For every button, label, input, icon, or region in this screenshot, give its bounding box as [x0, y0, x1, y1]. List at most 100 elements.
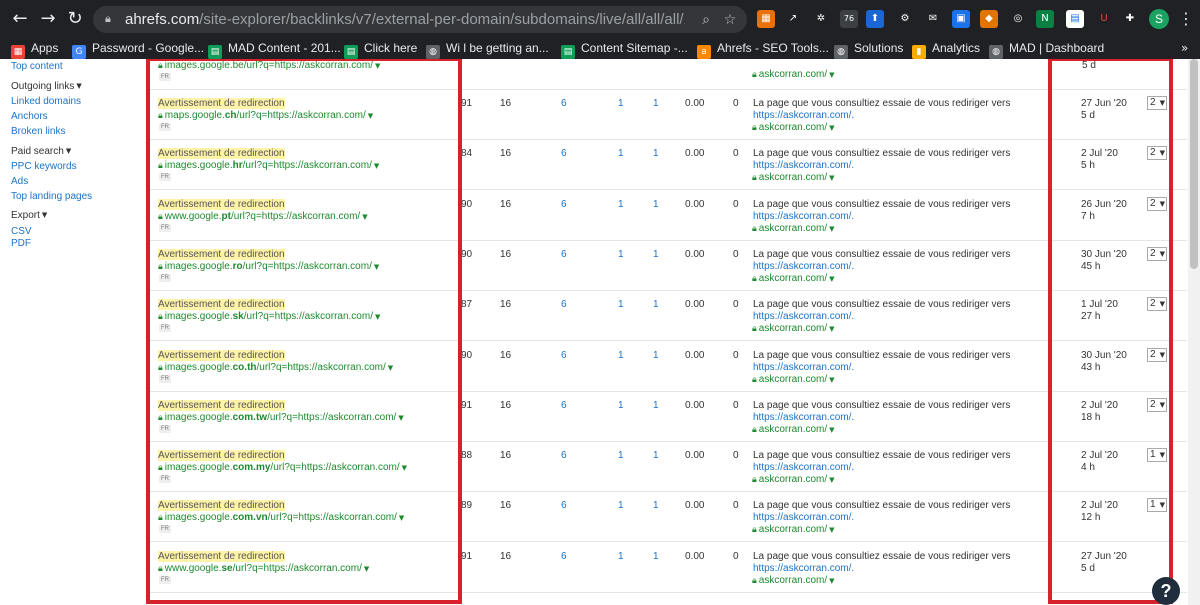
sidebar-item-broken-links[interactable]: Broken links: [11, 125, 65, 138]
links-count-select[interactable]: 1 ▼: [1147, 498, 1167, 512]
help-button[interactable]: ?: [1152, 577, 1180, 605]
page-title[interactable]: Avertissement de redirection: [158, 400, 285, 412]
extension-badge-icon[interactable]: 76: [840, 10, 858, 28]
target-url[interactable]: 🔒︎ askcorran.com/▼: [752, 69, 835, 81]
referring-url[interactable]: 🔒︎ images.google.ro/url?q=https://askcorr…: [158, 261, 379, 273]
page-title[interactable]: Avertissement de redirection: [158, 551, 285, 563]
external-links[interactable]: 6: [561, 199, 567, 211]
referring-url[interactable]: 🔒︎ images.google.com.my/url?q=https://ask…: [158, 462, 407, 474]
sidebar-item-pdf[interactable]: PDF: [11, 237, 31, 250]
internal-links[interactable]: 1: [618, 551, 624, 563]
external-links[interactable]: 6: [561, 450, 567, 462]
sidebar-head-export[interactable]: Export ▼: [11, 209, 47, 222]
scrollbar[interactable]: [1188, 59, 1200, 605]
address-bar[interactable]: 🔒︎ ahrefs.com/site-explorer/backlinks/v7…: [93, 6, 747, 33]
sidebar-item-anchors[interactable]: Anchors: [11, 110, 48, 123]
links-count-select[interactable]: 2 ▼: [1147, 348, 1167, 362]
external-links[interactable]: 6: [561, 400, 567, 412]
puzzle-icon[interactable]: ✚: [1121, 10, 1139, 28]
bookmark-will-be[interactable]: ◍ Wi l be getting an...: [426, 40, 549, 59]
internal-links[interactable]: 1: [618, 450, 624, 462]
sidebar-item-linked-domains[interactable]: Linked domains: [11, 95, 81, 108]
referring-domains[interactable]: 1: [653, 148, 659, 160]
internal-links[interactable]: 1: [618, 500, 624, 512]
anchor-link[interactable]: https://askcorran.com/.: [753, 462, 854, 474]
reload-icon[interactable]: ↻: [65, 9, 85, 29]
extension-icon[interactable]: ▦: [757, 10, 775, 28]
target-url[interactable]: 🔒︎ askcorran.com/▼: [752, 524, 835, 536]
extension-icon[interactable]: ▣: [952, 10, 970, 28]
links-count-select[interactable]: 2 ▼: [1147, 96, 1167, 110]
more-menu-icon[interactable]: ⋮: [1178, 9, 1194, 29]
forward-arrow-icon[interactable]: →: [38, 9, 58, 29]
referring-url[interactable]: 🔒︎ images.google.com.vn/url?q=https://ask…: [158, 512, 404, 524]
target-url[interactable]: 🔒︎ askcorran.com/▼: [752, 122, 835, 134]
internal-links[interactable]: 1: [618, 148, 624, 160]
referring-url[interactable]: 🔒︎ images.google.be/url?q=https://askcorr…: [158, 60, 380, 72]
target-url[interactable]: 🔒︎ askcorran.com/▼: [752, 323, 835, 335]
bookmark-content-sitemap[interactable]: ▤ Content Sitemap -...: [561, 40, 688, 59]
referring-url[interactable]: 🔒︎ www.google.se/url?q=https://askcorran.…: [158, 563, 369, 575]
page-title[interactable]: Avertissement de redirection: [158, 148, 285, 160]
internal-links[interactable]: 1: [618, 199, 624, 211]
internal-links[interactable]: 1: [618, 249, 624, 261]
referring-url[interactable]: 🔒︎ images.google.co.th/url?q=https://askc…: [158, 362, 393, 374]
page-title[interactable]: Avertissement de redirection: [158, 249, 285, 261]
referring-domains[interactable]: 1: [653, 249, 659, 261]
referring-url[interactable]: 🔒︎ maps.google.ch/url?q=https://askcorran…: [158, 110, 373, 122]
sidebar-item-ads[interactable]: Ads: [11, 175, 28, 188]
referring-domains[interactable]: 1: [653, 551, 659, 563]
links-count-select[interactable]: 2 ▼: [1147, 398, 1167, 412]
target-url[interactable]: 🔒︎ askcorran.com/▼: [752, 223, 835, 235]
extension-icon[interactable]: ◎: [1009, 10, 1027, 28]
anchor-link[interactable]: https://askcorran.com/.: [753, 160, 854, 172]
referring-domains[interactable]: 1: [653, 400, 659, 412]
bookmark-mad-content[interactable]: ▤ MAD Content - 201...: [208, 40, 341, 59]
external-links[interactable]: 6: [561, 148, 567, 160]
bookmark-analytics[interactable]: ▮ Analytics: [912, 40, 980, 59]
sidebar-head-outgoing[interactable]: Outgoing links ▼: [11, 80, 82, 93]
links-count-select[interactable]: 2 ▼: [1147, 197, 1167, 211]
extension-icon[interactable]: ◆: [980, 10, 998, 28]
internal-links[interactable]: 1: [618, 299, 624, 311]
target-url[interactable]: 🔒︎ askcorran.com/▼: [752, 374, 835, 386]
referring-domains[interactable]: 1: [653, 350, 659, 362]
anchor-link[interactable]: https://askcorran.com/.: [753, 362, 854, 374]
extension-icon[interactable]: ↗: [784, 10, 802, 28]
referring-domains[interactable]: 1: [653, 500, 659, 512]
referring-url[interactable]: 🔒︎ images.google.com.tw/url?q=https://ask…: [158, 412, 404, 424]
bookmark-ahrefs[interactable]: a Ahrefs - SEO Tools...: [697, 40, 829, 59]
target-url[interactable]: 🔒︎ askcorran.com/▼: [752, 172, 835, 184]
url-text[interactable]: ahrefs.com/site-explorer/backlinks/v7/ex…: [125, 11, 685, 29]
bookmark-click-here[interactable]: ▤ Click here: [344, 40, 417, 59]
anchor-link[interactable]: https://askcorran.com/.: [753, 110, 854, 122]
bookmarks-overflow-icon[interactable]: »: [1181, 40, 1188, 57]
external-links[interactable]: 6: [561, 551, 567, 563]
extension-icon[interactable]: ▤: [1066, 10, 1084, 28]
sidebar-item-ppc[interactable]: PPC keywords: [11, 160, 77, 173]
sidebar-head-paid[interactable]: Paid search ▼: [11, 145, 71, 158]
bookmark-solutions[interactable]: ◍ Solutions: [834, 40, 903, 59]
external-links[interactable]: 6: [561, 299, 567, 311]
extension-icon[interactable]: U: [1095, 10, 1113, 28]
internal-links[interactable]: 1: [618, 400, 624, 412]
page-title[interactable]: Avertissement de redirection: [158, 450, 285, 462]
anchor-link[interactable]: https://askcorran.com/.: [753, 412, 854, 424]
page-title[interactable]: Avertissement de redirection: [158, 350, 285, 362]
links-count-select[interactable]: 2 ▼: [1147, 247, 1167, 261]
links-count-select[interactable]: 2 ▼: [1147, 297, 1167, 311]
bookmark-password[interactable]: G Password - Google...: [72, 40, 204, 59]
external-links[interactable]: 6: [561, 350, 567, 362]
bookmark-apps[interactable]: ▦ Apps: [11, 40, 58, 59]
anchor-link[interactable]: https://askcorran.com/.: [753, 512, 854, 524]
bookmark-mad-dashboard[interactable]: ◍ MAD | Dashboard: [989, 40, 1104, 59]
internal-links[interactable]: 1: [618, 350, 624, 362]
anchor-link[interactable]: https://askcorran.com/.: [753, 261, 854, 273]
target-url[interactable]: 🔒︎ askcorran.com/▼: [752, 424, 835, 436]
extension-icon[interactable]: ✉: [924, 10, 942, 28]
scrollbar-thumb[interactable]: [1190, 59, 1198, 269]
extension-icon[interactable]: N: [1036, 10, 1054, 28]
bookmark-star-icon[interactable]: ☆: [721, 11, 739, 29]
page-title[interactable]: Avertissement de redirection: [158, 500, 285, 512]
anchor-link[interactable]: https://askcorran.com/.: [753, 211, 854, 223]
